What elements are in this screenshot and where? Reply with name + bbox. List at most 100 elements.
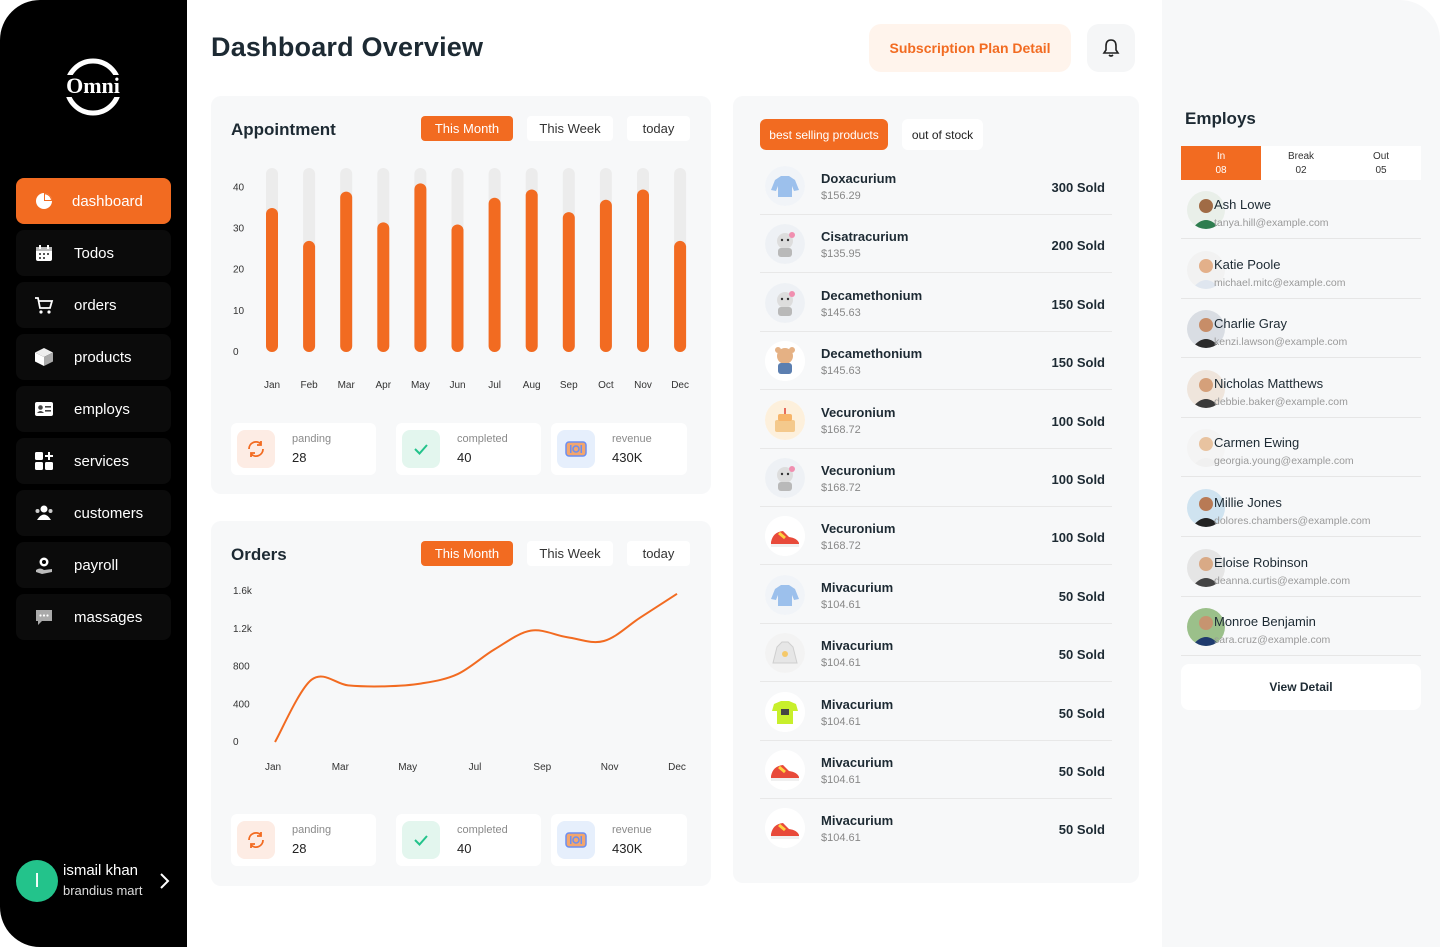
y-tick-label: 0 — [233, 347, 239, 358]
tshirt-icon — [765, 691, 805, 732]
x-tick-label: Feb — [300, 380, 318, 391]
hoodie-icon — [765, 633, 805, 674]
employee-row[interactable]: Charlie Gray kenzi.lawson@example.com — [1181, 299, 1421, 359]
shoe-icon — [765, 808, 805, 849]
check-icon — [402, 821, 440, 859]
product-name: Vecuronium — [821, 521, 896, 537]
sidebar-item-employs[interactable]: employs — [16, 386, 171, 432]
stat-value: 430K — [612, 841, 643, 856]
y-tick-label: 0 — [233, 737, 239, 748]
tab-this-month[interactable]: This Month — [421, 116, 513, 141]
sidebar-item-dashboard[interactable]: dashboard — [16, 178, 171, 224]
employee-row[interactable]: Millie Jones dolores.chambers@example.com — [1181, 478, 1421, 537]
sidebar-item-todos[interactable]: Todos — [16, 230, 171, 276]
product-row[interactable]: Mivacurium $104.61 50 Sold — [760, 566, 1112, 624]
y-tick-label: 20 — [233, 265, 245, 276]
employee-name: Ash Lowe — [1214, 197, 1272, 212]
sidebar-item-services[interactable]: services — [16, 438, 171, 484]
employee-name: Katie Poole — [1214, 256, 1281, 272]
notification-button[interactable] — [1087, 24, 1135, 72]
product-row[interactable]: Mivacurium $104.61 50 Sold — [760, 741, 1112, 799]
tab-best-selling[interactable]: best selling products — [760, 119, 888, 150]
product-row[interactable]: Mivacurium $104.61 50 Sold — [760, 624, 1112, 683]
product-row[interactable]: Vecuronium $168.72 100 Sold — [760, 507, 1112, 566]
x-tick-label: Apr — [376, 380, 392, 391]
product-row[interactable]: Vecuronium $168.72 100 Sold — [760, 449, 1112, 507]
appointment-card: Appointment This Month This Week today 4… — [211, 96, 711, 494]
stat-label: completed — [457, 433, 508, 445]
sidebar-item-payroll[interactable]: payroll — [16, 542, 171, 588]
product-name: Mivacurium — [821, 755, 894, 770]
sidebar-item-products[interactable]: products — [16, 334, 171, 380]
product-name: Doxacurium — [821, 171, 897, 186]
employee-row[interactable]: Katie Poole michael.mitc@example.com — [1181, 240, 1421, 299]
view-detail-button[interactable]: View Detail — [1181, 664, 1421, 710]
tab-today[interactable]: today — [627, 116, 690, 141]
product-price: $104.61 — [821, 774, 861, 786]
product-row[interactable]: Decamethonium $145.63 150 Sold — [760, 332, 1112, 391]
tab-out[interactable]: Out 05 — [1341, 146, 1421, 180]
sidebar-item-orders[interactable]: orders — [16, 282, 171, 328]
tab-break[interactable]: Break 02 — [1261, 146, 1341, 180]
employee-name: Carmen Ewing — [1214, 435, 1300, 451]
bar-jul — [488, 197, 501, 352]
product-row[interactable]: Cisatracurium $135.95 200 Sold — [760, 215, 1112, 274]
product-price: $135.95 — [821, 248, 861, 261]
user-profile[interactable]: I ismail khan brandius mart — [16, 858, 176, 904]
product-price: $104.61 — [821, 715, 861, 728]
sidebar-item-customers[interactable]: customers — [16, 490, 171, 536]
tab-this-week[interactable]: This Week — [527, 116, 613, 141]
cake-icon — [765, 399, 805, 440]
employee-row[interactable]: Monroe Benjamin sara.cruz@example.com — [1181, 597, 1421, 657]
tab-this-month[interactable]: This Month — [421, 541, 513, 566]
tab-label: Break — [1287, 151, 1315, 162]
y-tick-label: 30 — [233, 224, 245, 235]
product-row[interactable]: Decamethonium $145.63 150 Sold — [760, 274, 1112, 332]
box-icon — [34, 347, 54, 367]
sidebar-item-massages[interactable]: massages — [16, 594, 171, 640]
product-row[interactable]: Doxacurium $156.29 300 Sold — [760, 157, 1112, 215]
product-row[interactable]: Mivacurium $104.61 50 Sold — [760, 799, 1112, 857]
sidebar-item-label: employs — [74, 400, 130, 418]
employs-title: Employs — [1185, 109, 1256, 128]
toy-icon — [765, 458, 805, 498]
bar-may — [414, 183, 427, 352]
employee-name: Charlie Gray — [1214, 316, 1287, 332]
employee-email: tanya.hill@example.com — [1214, 217, 1329, 229]
employee-name: Monroe Benjamin — [1214, 614, 1316, 630]
subscription-plan-button[interactable]: Subscription Plan Detail — [869, 24, 1071, 72]
id-card-icon — [34, 399, 54, 419]
x-tick-label: Mar — [332, 762, 350, 773]
y-tick-label: 40 — [233, 182, 245, 193]
x-tick-label: Nov — [601, 762, 619, 773]
toy-icon — [765, 282, 805, 323]
bar-mar — [340, 191, 353, 352]
tab-in[interactable]: In 08 — [1181, 146, 1261, 180]
product-price: $168.72 — [821, 423, 861, 436]
stat-revenue: revenue 430K — [551, 814, 687, 866]
refresh-icon — [237, 430, 275, 468]
employee-email: debbie.baker@example.com — [1214, 395, 1348, 408]
product-name: Decamethonium — [821, 346, 923, 362]
tab-today[interactable]: today — [627, 541, 690, 566]
stat-panding: panding 28 — [231, 814, 376, 866]
employee-row[interactable]: Nicholas Matthews debbie.baker@example.co… — [1181, 359, 1421, 418]
product-sold: 200 Sold — [1051, 238, 1105, 254]
omni-logo[interactable]: Omni — [58, 58, 128, 116]
tab-this-week[interactable]: This Week — [527, 541, 613, 566]
avatar: I — [16, 860, 58, 902]
stat-revenue: revenue 430K — [551, 423, 687, 475]
product-row[interactable]: Mivacurium $104.61 50 Sold — [760, 683, 1112, 741]
chevron-right-icon[interactable] — [158, 871, 170, 891]
employee-row[interactable]: Carmen Ewing georgia.young@example.com — [1181, 418, 1421, 478]
sidebar-item-label: orders — [74, 296, 117, 314]
employee-row[interactable]: Eloise Robinson deanna.curtis@example.com — [1181, 538, 1421, 597]
product-row[interactable]: Vecuronium $168.72 100 Sold — [760, 391, 1112, 449]
toy-icon — [765, 224, 805, 265]
employee-row[interactable]: Ash Lowe tanya.hill@example.com — [1181, 180, 1421, 239]
bar-feb — [303, 240, 316, 352]
tab-out-of-stock[interactable]: out of stock — [902, 119, 983, 150]
stat-label: completed — [457, 824, 508, 836]
sidebar-item-label: services — [74, 452, 130, 470]
chat-icon — [34, 607, 54, 627]
